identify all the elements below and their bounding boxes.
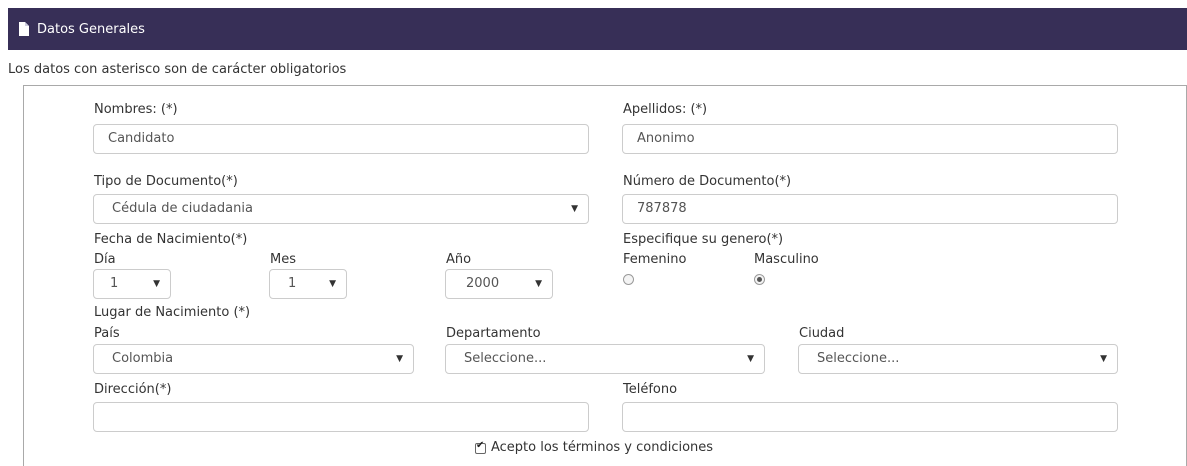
tipo-documento-value: Cédula de ciudadania <box>112 201 253 216</box>
fecha-nacimiento-label: Fecha de Nacimiento(*) <box>94 232 248 247</box>
genero-label: Especifique su genero(*) <box>623 232 784 247</box>
dia-label: Día <box>94 252 116 267</box>
apellidos-label: Apellidos: (*) <box>623 102 708 117</box>
required-fields-note: Los datos con asterisco son de carácter … <box>8 62 347 77</box>
direccion-input[interactable] <box>93 402 589 432</box>
telefono-input[interactable] <box>622 402 1118 432</box>
lugar-nacimiento-label: Lugar de Nacimiento (*) <box>94 305 251 320</box>
nombres-input[interactable]: Candidato <box>93 124 589 154</box>
departamento-label: Departamento <box>446 326 541 341</box>
ciudad-value: Seleccione... <box>817 351 900 366</box>
numero-documento-label: Número de Documento(*) <box>623 174 792 189</box>
masculino-radio[interactable] <box>754 274 765 285</box>
tipo-documento-select[interactable]: Cédula de ciudadania ▼ <box>93 194 589 224</box>
apellidos-input[interactable]: Anonimo <box>622 124 1118 154</box>
femenino-label: Femenino <box>623 252 687 267</box>
pais-label: País <box>94 326 120 341</box>
chevron-down-icon: ▼ <box>329 279 336 289</box>
chevron-down-icon: ▼ <box>535 279 542 289</box>
chevron-down-icon: ▼ <box>153 279 160 289</box>
nombres-label: Nombres: (*) <box>94 102 178 117</box>
anio-select[interactable]: 2000 ▼ <box>445 269 553 299</box>
chevron-down-icon: ▼ <box>747 354 754 364</box>
chevron-down-icon: ▼ <box>571 204 578 214</box>
section-header: Datos Generales <box>8 8 1187 50</box>
dia-value: 1 <box>110 276 119 291</box>
telefono-label: Teléfono <box>623 382 678 397</box>
terminos-checkbox[interactable] <box>475 440 486 454</box>
departamento-select[interactable]: Seleccione... ▼ <box>445 344 765 374</box>
terminos-label[interactable]: Acepto los términos y condiciones <box>491 440 713 455</box>
anio-value: 2000 <box>466 276 500 291</box>
mes-label: Mes <box>270 252 296 267</box>
chevron-down-icon: ▼ <box>396 354 403 364</box>
section-title: Datos Generales <box>37 21 145 37</box>
departamento-value: Seleccione... <box>464 351 547 366</box>
pais-value: Colombia <box>112 351 174 366</box>
masculino-label: Masculino <box>754 252 819 267</box>
mes-select[interactable]: 1 ▼ <box>269 269 347 299</box>
document-icon <box>17 22 31 36</box>
direccion-label: Dirección(*) <box>94 382 172 397</box>
pais-select[interactable]: Colombia ▼ <box>93 344 414 374</box>
femenino-radio[interactable] <box>623 274 634 285</box>
chevron-down-icon: ▼ <box>1100 354 1107 364</box>
form-panel: Nombres: (*) Candidato Apellidos: (*) An… <box>23 85 1187 466</box>
tipo-documento-label: Tipo de Documento(*) <box>94 174 238 189</box>
ciudad-label: Ciudad <box>799 326 845 341</box>
mes-value: 1 <box>288 276 297 291</box>
ciudad-select[interactable]: Seleccione... ▼ <box>798 344 1118 374</box>
dia-select[interactable]: 1 ▼ <box>93 269 171 299</box>
numero-documento-input[interactable]: 787878 <box>622 194 1118 224</box>
anio-label: Año <box>446 252 472 267</box>
